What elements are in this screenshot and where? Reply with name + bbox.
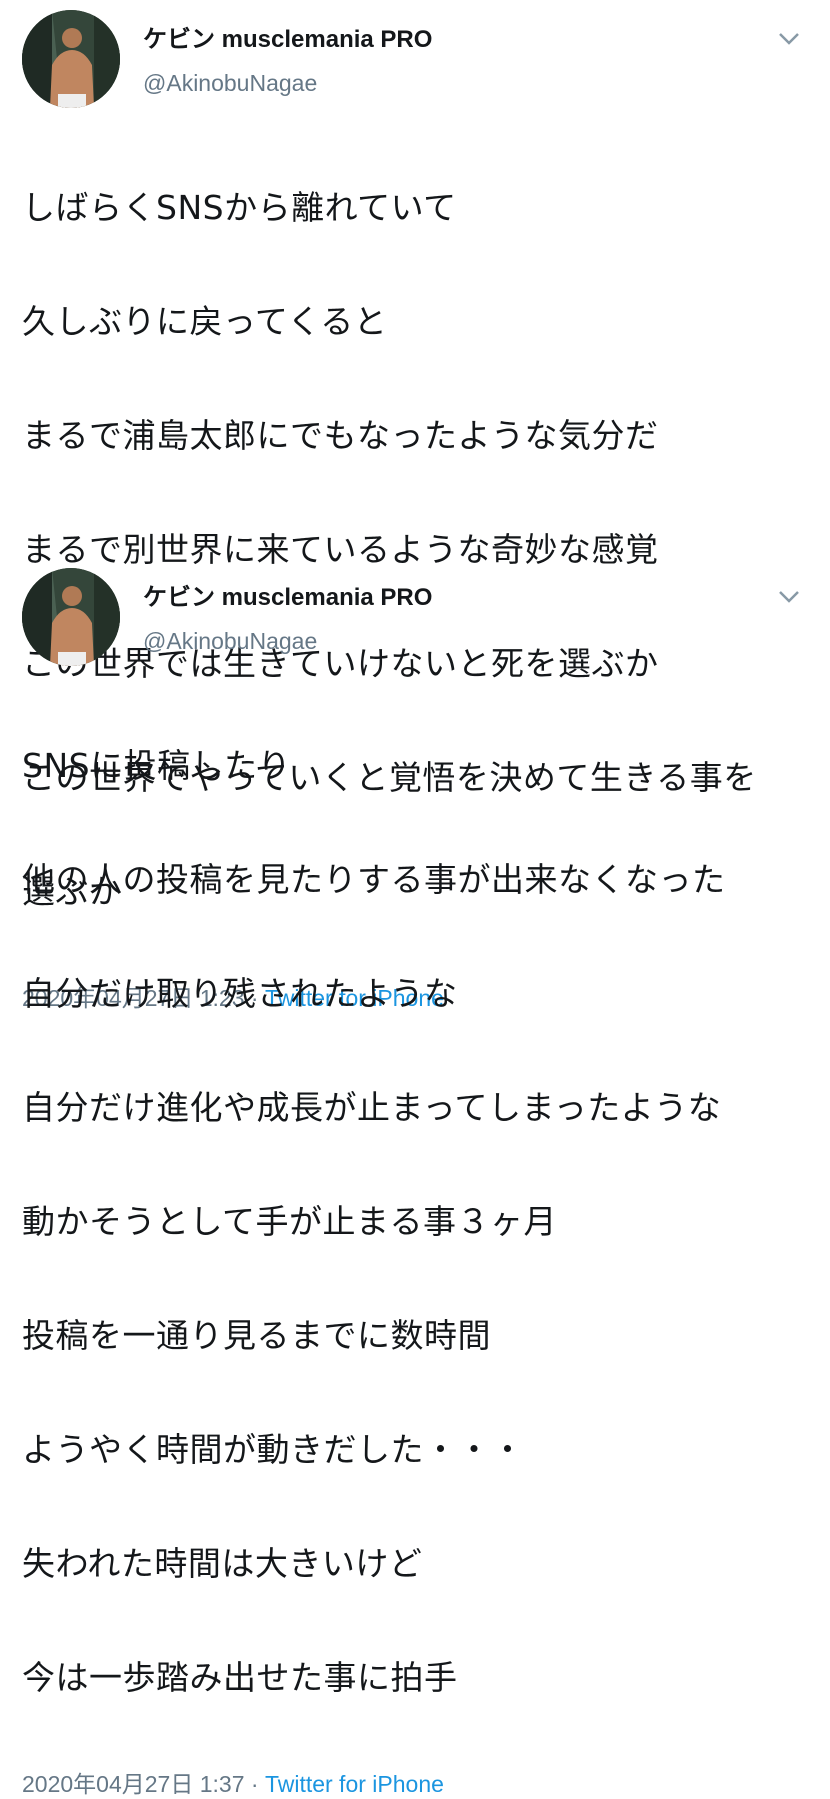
tweet-line: 今は一歩踏み出せた事に拍手 [22, 1658, 458, 1697]
tweet-line: 投稿を一通り見るまでに数時間 [22, 1316, 491, 1355]
display-name[interactable]: ケビン musclemania PRO [143, 584, 432, 612]
tweet-line: しばらくSNSから離れていて [22, 188, 457, 227]
chevron-down-icon[interactable] [778, 590, 800, 604]
timestamp[interactable]: 2020年04月27日 1:37 · [22, 1771, 265, 1797]
source-link[interactable]: Twitter for iPhone [265, 1771, 444, 1797]
tweet-1[interactable]: ケビン musclemania PRO @AkinobuNagae しばらくSN… [0, 0, 830, 1011]
display-name[interactable]: ケビン musclemania PRO [143, 26, 432, 54]
tweet-2[interactable]: ケビン musclemania PRO @AkinobuNagae SNSに投稿… [0, 558, 830, 1797]
chevron-down-icon[interactable] [778, 32, 800, 46]
tweet-header: ケビン musclemania PRO @AkinobuNagae [22, 568, 808, 676]
avatar[interactable] [22, 10, 120, 108]
tweet-line: まるで浦島太郎にでもなったような気分だ [22, 416, 659, 455]
user-handle[interactable]: @AkinobuNagae [143, 627, 432, 655]
avatar[interactable] [22, 568, 120, 666]
tweet-text: SNSに投稿したり 他の人の投稿を見たりする事が出来なくなった 自分だけ取り残さ… [22, 680, 808, 1763]
tweet-meta: 2020年04月27日 1:37 · Twitter for iPhone [22, 1769, 808, 1799]
tweet-line: 自分だけ取り残されたような [22, 974, 458, 1013]
user-handle[interactable]: @AkinobuNagae [143, 69, 432, 97]
tweet-line: 動かそうとして手が止まる事３ヶ月 [22, 1202, 558, 1241]
tweet-line: 他の人の投稿を見たりする事が出来なくなった [22, 860, 726, 899]
tweet-line: 久しぶりに戻ってくると [22, 302, 388, 341]
tweet-line: 自分だけ進化や成長が止まってしまったような [22, 1088, 722, 1127]
tweet-header: ケビン musclemania PRO @AkinobuNagae [22, 10, 808, 118]
tweet-line: SNSに投稿したり [22, 746, 292, 785]
tweet-line: ようやく時間が動きだした・・・ [22, 1430, 525, 1469]
tweet-line: 失われた時間は大きいけど [22, 1544, 423, 1583]
